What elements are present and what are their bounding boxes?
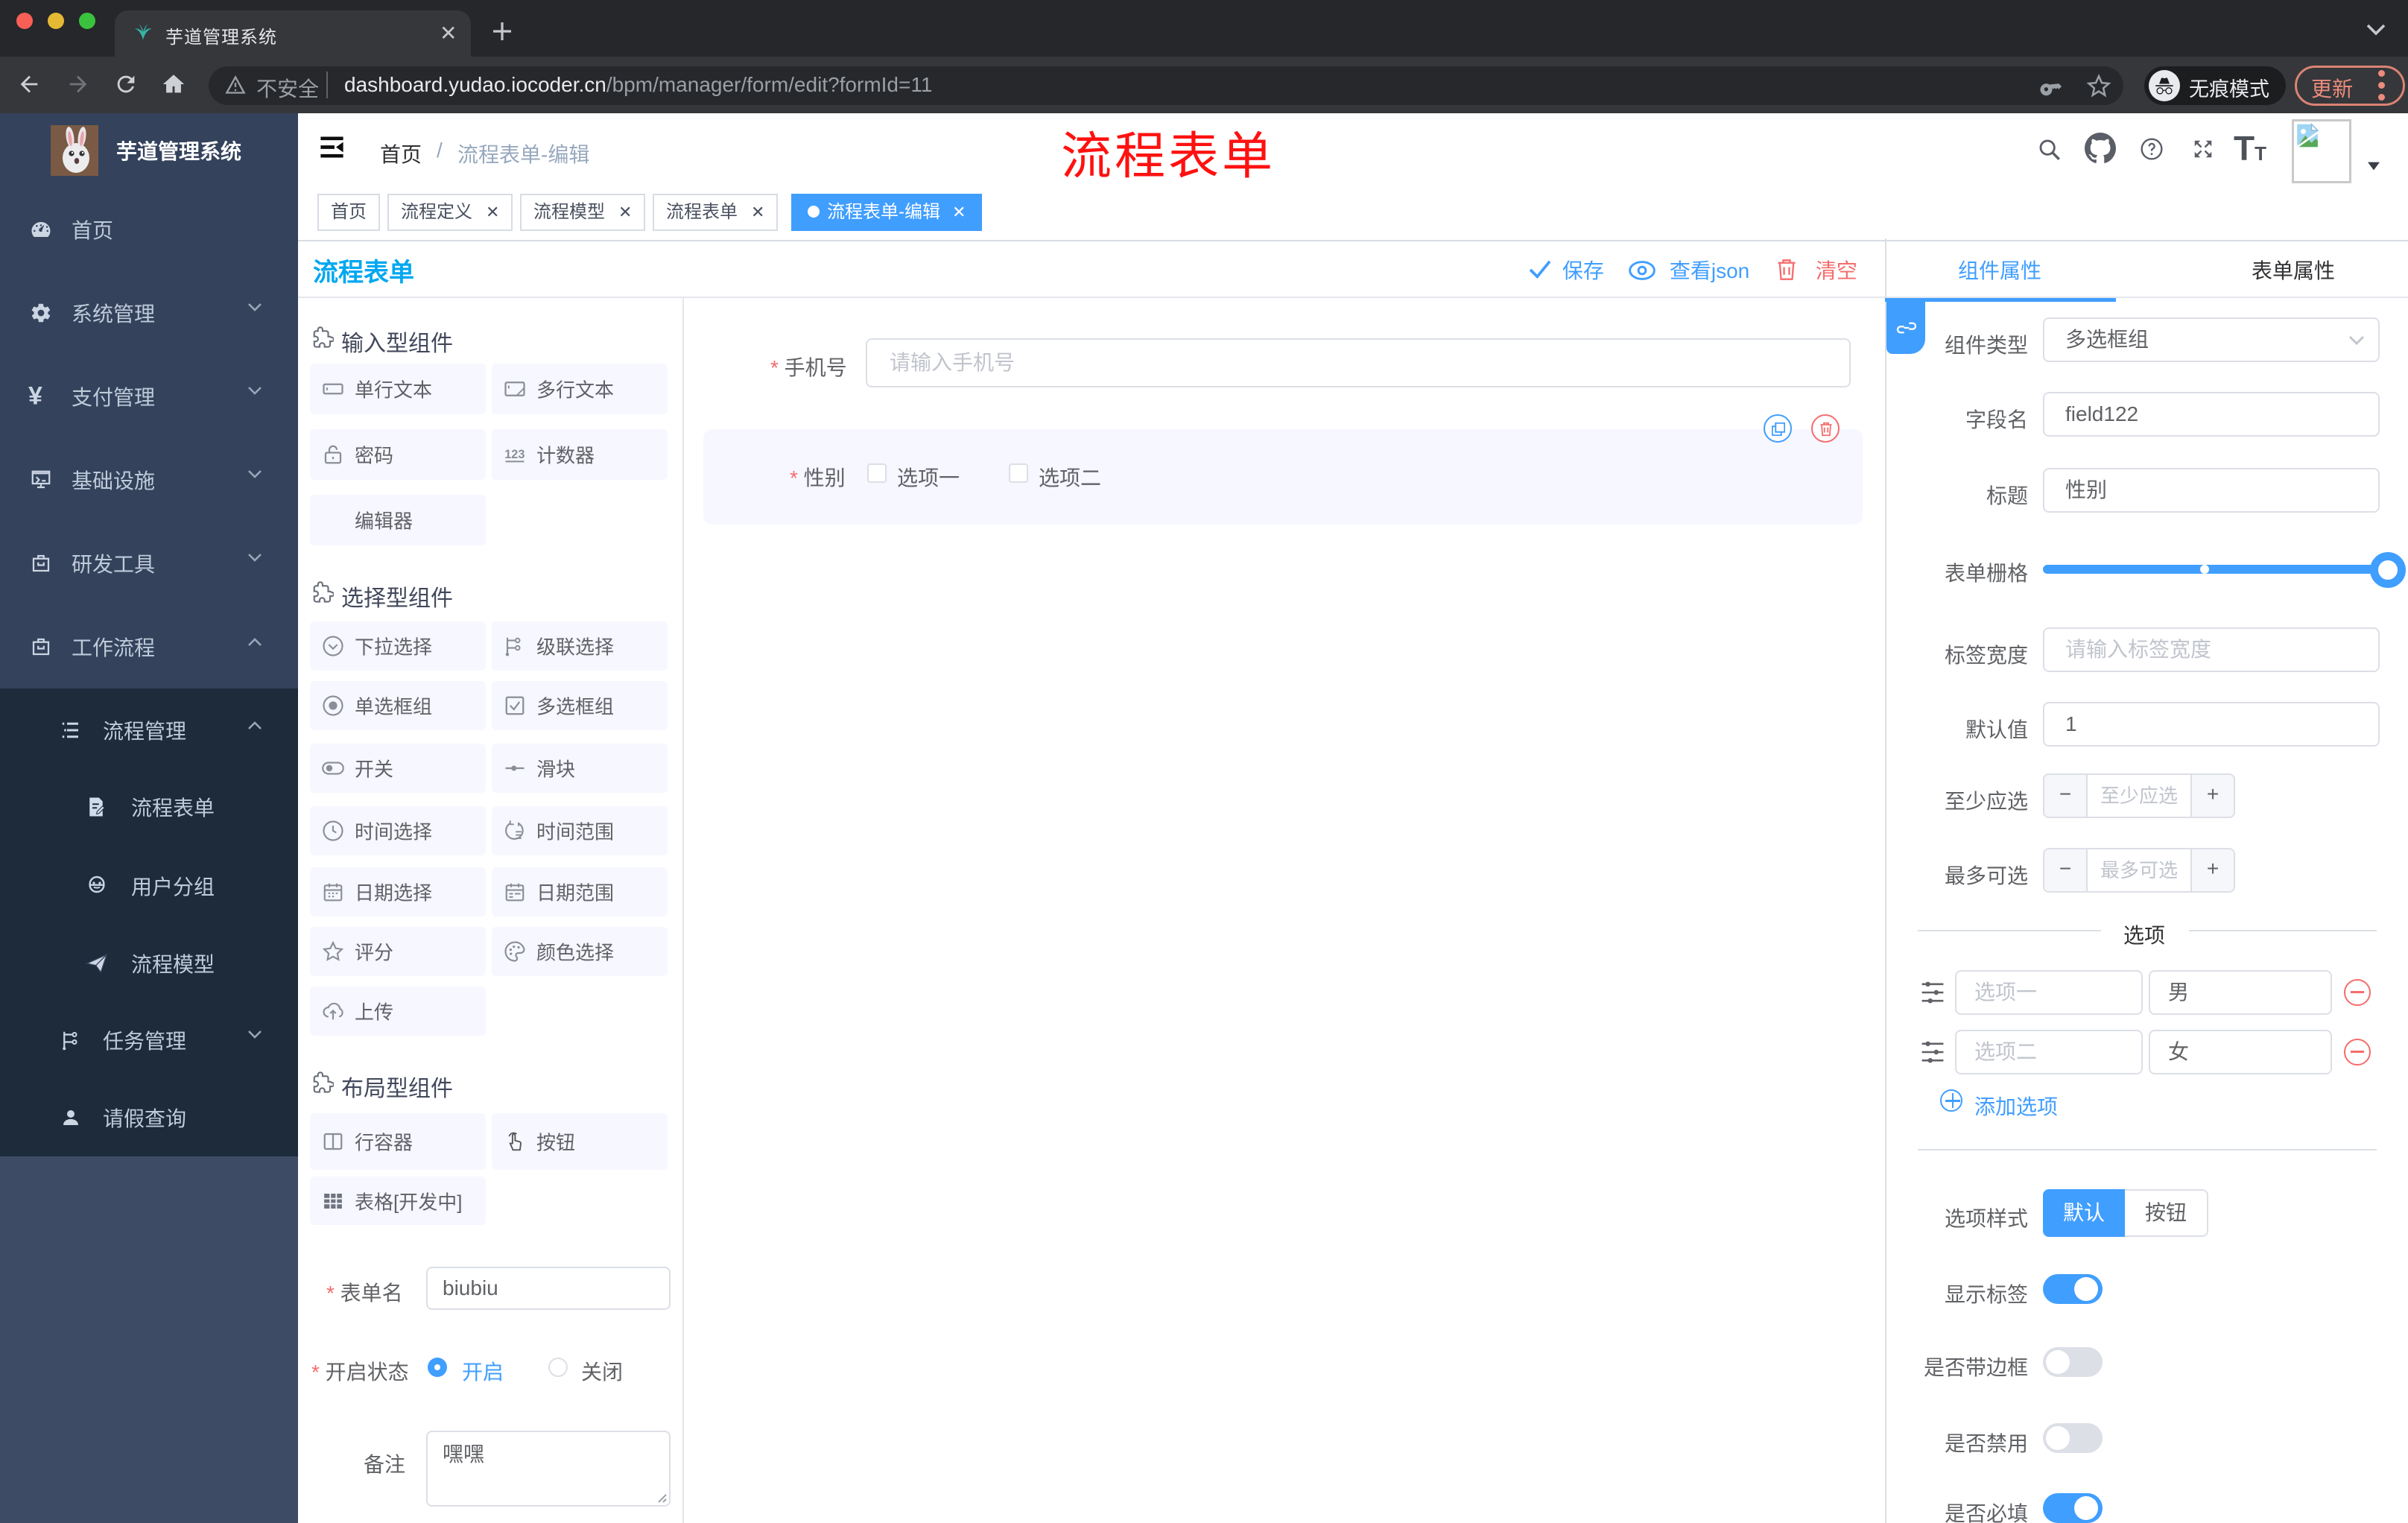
svg-text:123: 123 — [504, 448, 525, 461]
